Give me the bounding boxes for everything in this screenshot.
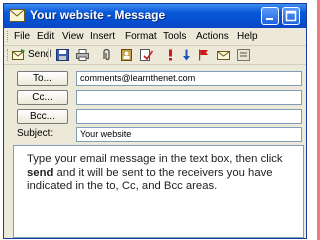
menu-view[interactable]: View: [62, 31, 84, 42]
menu-actions[interactable]: Actions: [196, 31, 229, 42]
maximize-icon: [285, 10, 297, 22]
title-bar[interactable]: Your website - Message: [4, 4, 306, 28]
message-options-icon[interactable]: [217, 49, 230, 61]
to-button[interactable]: To...: [17, 71, 68, 86]
attach-icon[interactable]: [100, 49, 113, 61]
bcc-field[interactable]: [76, 109, 302, 124]
subject-label: Subject:: [17, 128, 54, 139]
caption-line-1: Type your email message in the text box,…: [27, 153, 283, 165]
print-icon[interactable]: [76, 49, 89, 61]
subject-field[interactable]: Your website: [76, 127, 302, 142]
menu-help[interactable]: Help: [237, 31, 258, 42]
send-icon: [12, 49, 26, 60]
menu-bar: File Edit View Insert Format Tools Actio…: [4, 28, 306, 46]
bcc-button[interactable]: Bcc...: [17, 109, 68, 124]
address-fields: To... comments@learnthenet.com Cc... Bcc…: [4, 65, 306, 142]
minimize-button[interactable]: [261, 7, 279, 25]
caption-send-word: send: [27, 166, 54, 179]
message-window: Your website - Message File Edit View In…: [3, 3, 307, 239]
menu-insert[interactable]: Insert: [90, 31, 115, 42]
toolbar-grip[interactable]: [7, 49, 10, 61]
address-book-icon[interactable]: [120, 49, 133, 61]
options-icon[interactable]: [237, 49, 250, 61]
menu-tools[interactable]: Tools: [163, 31, 186, 42]
menu-edit[interactable]: Edit: [37, 31, 54, 42]
minimize-icon: [266, 18, 273, 20]
to-field[interactable]: comments@learnthenet.com: [76, 71, 302, 86]
cc-field[interactable]: [76, 90, 302, 105]
instruction-caption: Type your email message in the text box,…: [27, 153, 287, 194]
menu-format[interactable]: Format: [125, 31, 157, 42]
envelope-icon: [9, 9, 25, 22]
flag-icon[interactable]: [197, 49, 210, 61]
menu-file[interactable]: File: [14, 31, 30, 42]
menubar-grip[interactable]: [7, 31, 10, 42]
importance-high-icon[interactable]: [164, 49, 177, 61]
caption-line-2: and it will be sent to the receivers you…: [53, 166, 273, 179]
toolbar-separator: [48, 48, 50, 61]
maximize-button[interactable]: [282, 7, 300, 25]
window-title: Your website - Message: [30, 8, 166, 22]
caption-line-3: indicated in the to, Cc, and Bcc areas.: [27, 180, 218, 192]
save-icon[interactable]: [56, 49, 69, 61]
cc-button[interactable]: Cc...: [17, 90, 68, 105]
toolbar: Send: [4, 46, 306, 65]
importance-low-icon[interactable]: [180, 49, 193, 61]
check-names-icon[interactable]: [140, 49, 153, 61]
